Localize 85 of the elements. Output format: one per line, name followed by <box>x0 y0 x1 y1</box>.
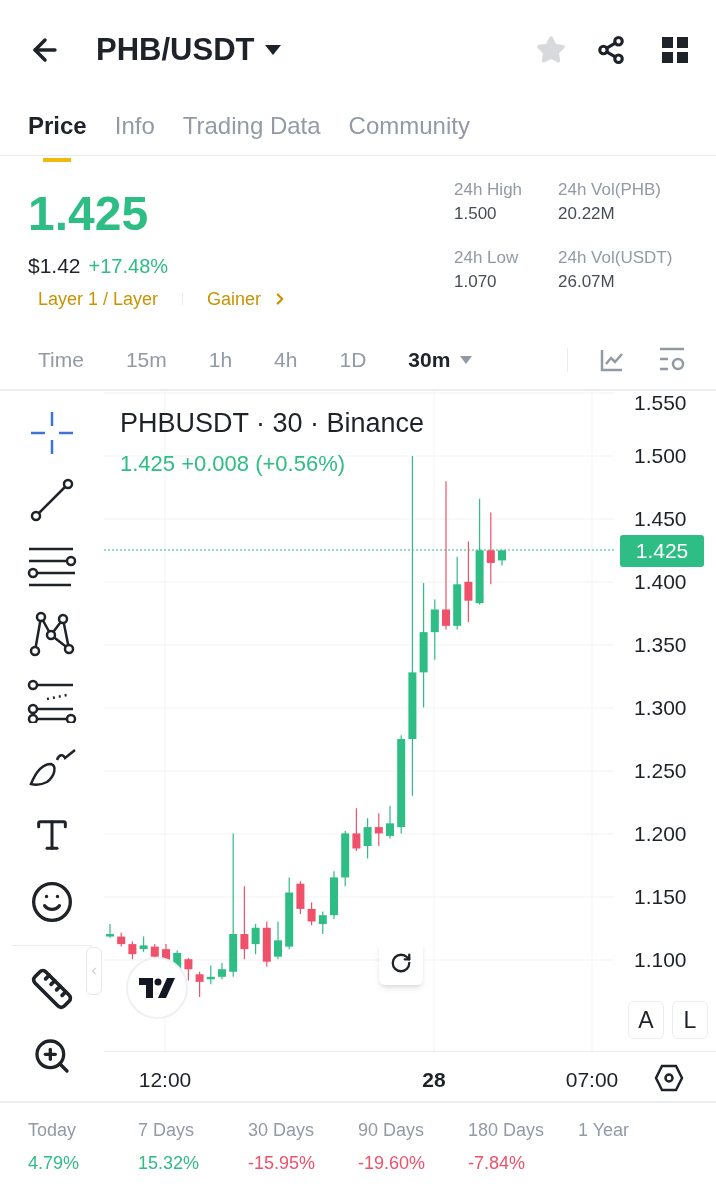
price-axis-label: 1.300 <box>634 696 687 720</box>
grid-icon[interactable] <box>662 37 688 63</box>
period-label: 90 Days <box>358 1119 426 1142</box>
period-label: 1 Year <box>578 1119 631 1142</box>
candle <box>184 957 193 982</box>
interval-tab[interactable]: 1h <box>208 344 233 376</box>
price-axis-label: 1.500 <box>634 444 687 468</box>
candle <box>139 935 148 953</box>
candle <box>341 830 350 887</box>
period-change: -7.84% <box>468 1152 527 1175</box>
candle <box>330 870 338 920</box>
candle <box>352 807 361 852</box>
candle <box>128 941 137 960</box>
candle <box>296 880 305 915</box>
stat-value: 20.22M <box>558 204 616 224</box>
collapse-handle[interactable] <box>86 947 102 995</box>
candle <box>430 598 439 661</box>
caret-icon <box>460 356 473 364</box>
chart-quote: 1.425 +0.008 (+0.56%) <box>120 450 346 478</box>
stat-value: 1.500 <box>454 204 498 224</box>
price-axis-label: 1.450 <box>634 507 687 531</box>
interval-tab[interactable]: Time <box>38 344 84 376</box>
stat-value: 26.07M <box>558 272 616 292</box>
stat-label: 24h Vol(USDT) <box>558 248 674 268</box>
chart-settings-icon[interactable] <box>658 347 686 373</box>
price-axis-label: 1.550 <box>634 391 687 415</box>
price-axis-label: 1.350 <box>634 633 687 657</box>
candle <box>363 817 372 860</box>
period-label: Today <box>28 1119 78 1142</box>
tab[interactable]: Info <box>114 100 155 162</box>
price-axis-label: 1.150 <box>634 885 687 909</box>
candle <box>106 923 114 939</box>
interval-tab[interactable]: 1D <box>339 344 367 376</box>
chart-icon[interactable] <box>600 348 624 372</box>
category-tag[interactable]: Layer 1 / Layer <box>38 285 159 313</box>
stat-label: 24h Low <box>454 248 520 268</box>
price-axis-label: 1.400 <box>634 570 687 594</box>
period-change: -15.95% <box>248 1152 317 1175</box>
interval-tab[interactable]: 4h <box>274 344 298 376</box>
share-icon[interactable] <box>596 35 626 65</box>
candle <box>386 805 394 840</box>
tab[interactable]: Community <box>348 100 470 162</box>
time-axis-label: 28 <box>422 1067 446 1093</box>
chart-title: PHBUSDT · 30 · Binance <box>120 407 425 440</box>
candle <box>318 910 327 935</box>
tab[interactable]: Trading Data <box>182 100 321 162</box>
scale-button[interactable]: L <box>672 1001 708 1039</box>
price-axis-label: 1.100 <box>634 948 687 972</box>
candle <box>374 812 383 847</box>
settings-icon[interactable] <box>654 1064 684 1092</box>
current-price-tag: 1.425 <box>620 535 704 567</box>
period-label: 30 Days <box>248 1119 316 1142</box>
last-price: 1.425 <box>28 186 150 242</box>
candle <box>274 920 282 960</box>
stat-label: 24h Vol(PHB) <box>558 180 662 200</box>
price-axis-label: 1.200 <box>634 822 687 846</box>
period-label: 180 Days <box>468 1119 546 1142</box>
candle <box>206 964 215 985</box>
candle <box>307 902 316 926</box>
time-axis-label: 07:00 <box>565 1067 619 1093</box>
period-label: 7 Days <box>138 1119 196 1142</box>
period-change: -19.60% <box>358 1152 427 1175</box>
candle <box>218 962 226 980</box>
fiat-price: $1.42 <box>28 253 81 279</box>
price-axis-label: 1.250 <box>634 759 687 783</box>
stat-value: 1.070 <box>454 272 498 292</box>
time-axis-label: 12:00 <box>138 1067 192 1093</box>
candle <box>195 971 204 998</box>
scale-button[interactable]: A <box>628 1001 664 1039</box>
category-tag[interactable]: Gainer <box>207 285 262 313</box>
price-change: +17.48% <box>88 254 169 279</box>
stat-label: 24h High <box>454 180 524 200</box>
caret-icon[interactable] <box>264 44 283 56</box>
reset-button[interactable] <box>379 941 423 985</box>
interval-tab[interactable]: 30m <box>408 344 473 376</box>
star-icon[interactable] <box>536 35 566 65</box>
candle <box>262 920 271 968</box>
period-change: 4.79% <box>28 1152 81 1175</box>
rotate-icon <box>390 952 412 974</box>
tab[interactable]: Price <box>28 100 87 162</box>
candle <box>117 932 126 948</box>
period-change: 15.32% <box>138 1152 201 1175</box>
pair-title[interactable]: PHB/USDT <box>96 26 255 74</box>
interval-tab[interactable]: 15m <box>125 344 167 376</box>
candle <box>251 923 260 955</box>
